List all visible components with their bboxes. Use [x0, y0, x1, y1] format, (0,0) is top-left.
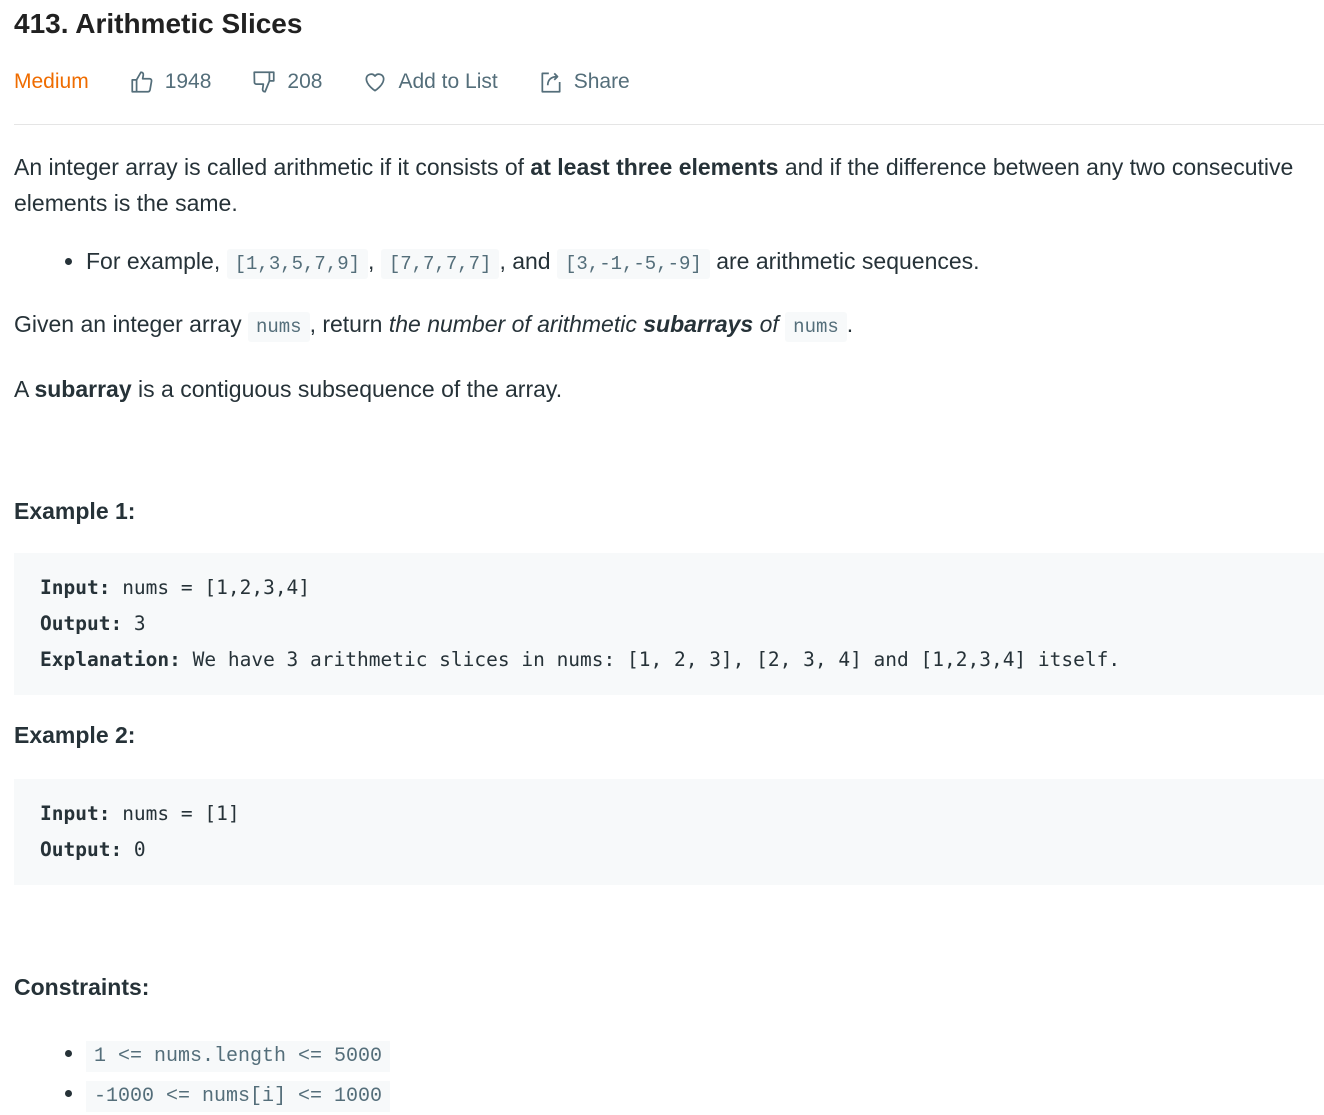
description-paragraph-2: Given an integer array nums, return the …: [14, 306, 1324, 345]
example-1-heading: Example 1:: [14, 498, 136, 524]
constraints-list: 1 <= nums.length <= 5000 -1000 <= nums[i…: [14, 1035, 1324, 1115]
like-button[interactable]: 1948: [129, 69, 212, 95]
share-button[interactable]: Share: [538, 69, 630, 95]
difficulty-badge: Medium: [14, 70, 89, 93]
heart-icon: [365, 73, 386, 92]
thumbs-down-icon: [253, 71, 276, 93]
problem-meta-bar: Medium 1948 208 Add to List Share: [14, 62, 1324, 102]
problem-title: 413. Arithmetic Slices: [14, 8, 303, 39]
add-to-list-label: Add to List: [398, 70, 498, 93]
constraint-item: -1000 <= nums[i] <= 1000: [86, 1075, 1324, 1115]
description-paragraph-3: A subarray is a contiguous subsequence o…: [14, 376, 563, 402]
add-to-list-button[interactable]: Add to List: [362, 69, 498, 95]
example-2-heading: Example 2:: [14, 722, 136, 748]
description-paragraph-1: An integer array is called arithmetic if…: [14, 154, 1294, 216]
example-1-code-block: Input: nums = [1,2,3,4] Output: 3 Explan…: [14, 553, 1324, 695]
share-icon: [541, 72, 561, 93]
list-item: For example, [1,3,5,7,9], [7,7,7,7], and…: [86, 243, 1324, 282]
like-count: 1948: [164, 70, 212, 93]
example-bullet-list: For example, [1,3,5,7,9], [7,7,7,7], and…: [14, 243, 1324, 282]
example-2-code-block: Input: nums = [1] Output: 0: [14, 779, 1324, 885]
constraint-item: 1 <= nums.length <= 5000: [86, 1035, 1324, 1075]
constraints-heading: Constraints:: [14, 974, 150, 1000]
dislike-button[interactable]: 208: [251, 69, 322, 95]
share-label: Share: [573, 70, 630, 93]
divider: [14, 124, 1324, 125]
dislike-count: 208: [287, 70, 323, 93]
problem-description: 413. Arithmetic Slices Medium 1948 208 A…: [0, 0, 1324, 1115]
thumbs-up-icon: [131, 71, 153, 93]
